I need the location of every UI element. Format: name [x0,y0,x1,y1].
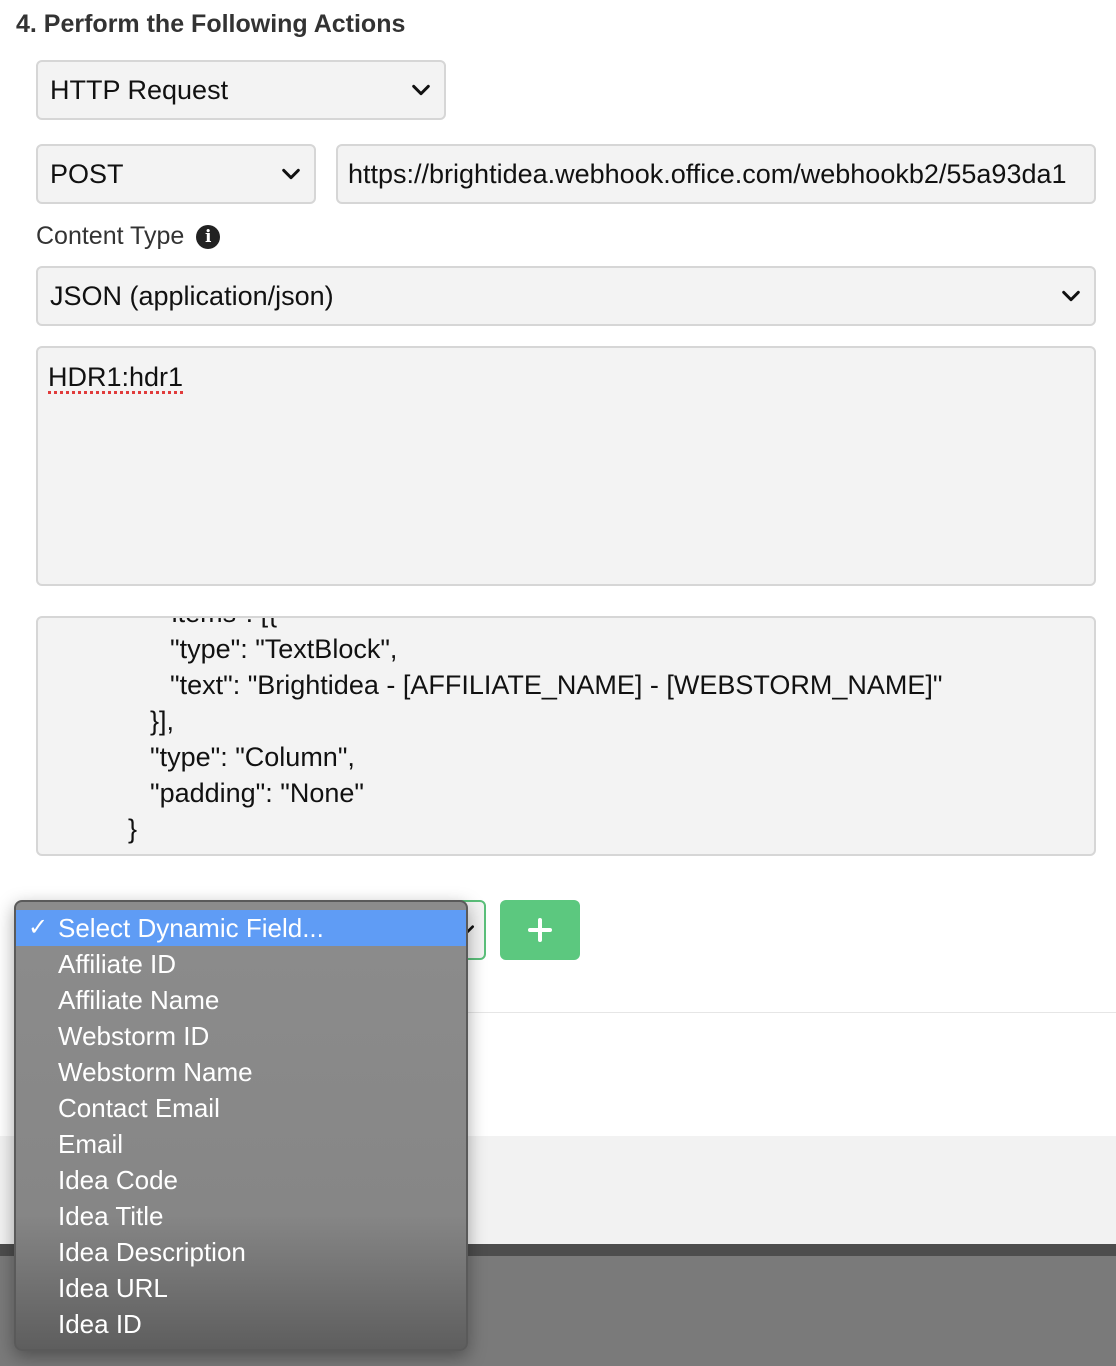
checkmark-icon: ✓ [28,914,49,941]
url-input[interactable]: https://brightidea.webhook.office.com/we… [336,144,1096,204]
dropdown-option-label: Webstorm Name [58,1057,253,1087]
dropdown-option-label: Contact Email [58,1093,220,1123]
body-line: "items": [{ [162,618,277,629]
chevron-down-icon [1062,290,1080,302]
section-divider [466,1012,1116,1013]
body-line: "type": "TextBlock", [170,634,398,664]
dropdown-option-idea-id[interactable]: Idea ID [16,1306,466,1342]
http-method-value: POST [50,158,124,189]
dropdown-option-idea-description[interactable]: Idea Description [16,1234,466,1270]
chevron-down-icon [282,168,300,180]
dropdown-option-webstorm-id[interactable]: Webstorm ID [16,1018,466,1054]
dropdown-option-webstorm-name[interactable]: Webstorm Name [16,1054,466,1090]
dropdown-option-label: Idea URL [58,1273,168,1303]
dropdown-option-idea-title[interactable]: Idea Title [16,1198,466,1234]
body-line: "text": "Brightidea - [AFFILIATE_NAME] -… [170,670,943,700]
add-dynamic-field-button[interactable] [500,900,580,960]
plus-icon [528,918,552,942]
body-line: } [128,814,138,844]
chevron-down-icon [412,84,430,96]
info-icon[interactable]: i [196,224,221,249]
body-textarea[interactable]: "items": [{ "type": "TextBlock", "text":… [36,616,1096,856]
dropdown-option-label: Idea ID [58,1309,142,1339]
dropdown-option-affiliate-name[interactable]: Affiliate Name [16,982,466,1018]
content-type-select[interactable]: JSON (application/json) [36,266,1096,326]
http-method-select[interactable]: POST [36,144,316,204]
body-line: "type": "Column", [150,742,355,772]
body-line: }], [150,706,175,736]
dropdown-option-label: Idea Title [58,1201,164,1231]
action-type-value: HTTP Request [50,74,229,105]
dropdown-option-label: Select Dynamic Field... [58,913,324,943]
content-type-value: JSON (application/json) [50,280,334,311]
dropdown-option-email[interactable]: Email [16,1126,466,1162]
section-title: 4. Perform the Following Actions [16,10,406,38]
dropdown-option-label: Idea Description [58,1237,246,1267]
action-type-select[interactable]: HTTP Request [36,60,446,120]
dropdown-option-idea-code[interactable]: Idea Code [16,1162,466,1198]
dropdown-option-idea-url[interactable]: Idea URL [16,1270,466,1306]
dropdown-option-label: Affiliate ID [58,949,177,979]
dropdown-option-label: Email [58,1129,124,1159]
dropdown-option-contact-email[interactable]: Contact Email [16,1090,466,1126]
body-line: "padding": "None" [150,778,364,808]
content-type-label-text: Content Type [36,222,185,250]
dropdown-option-select-dynamic-field[interactable]: ✓ Select Dynamic Field... [16,910,466,946]
headers-textarea[interactable]: HDR1:hdr1 [36,346,1096,586]
dropdown-option-affiliate-id[interactable]: Affiliate ID [16,946,466,982]
headers-textarea-value: HDR1:hdr1 [48,362,184,392]
url-input-value: https://brightidea.webhook.office.com/we… [348,158,1067,189]
content-type-label: Content Type i [36,222,221,251]
dynamic-field-dropdown[interactable]: ✓ Select Dynamic Field... Affiliate ID A… [14,900,468,1351]
dropdown-option-label: Webstorm ID [58,1021,210,1051]
dropdown-option-label: Affiliate Name [58,985,220,1015]
dropdown-option-label: Idea Code [58,1165,178,1195]
